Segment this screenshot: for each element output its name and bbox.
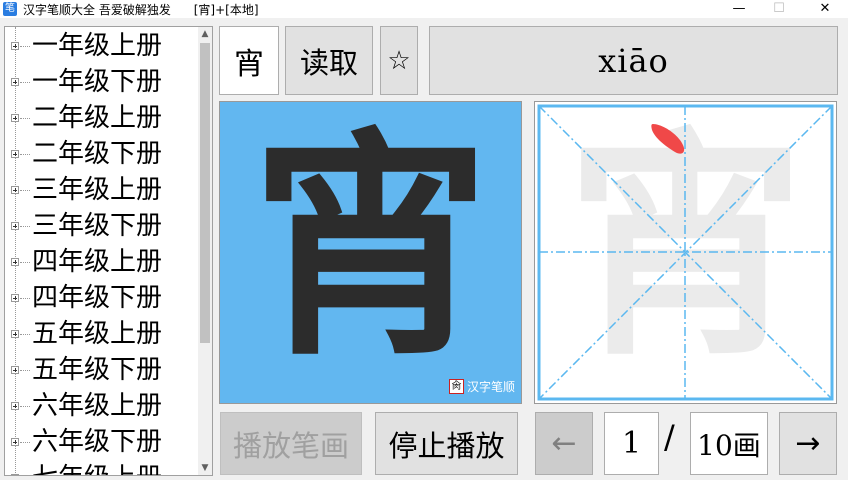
tree-item[interactable]: 三年级下册 [5,208,200,244]
favorite-star-button[interactable]: ☆ [380,26,418,95]
title-bar: 笔 汉字笔顺大全 吾爱破解独发 [宵]+[本地] — ☐ ✕ [0,0,848,18]
watermark-text: 汉字笔顺 [466,380,515,394]
tree-connector [20,45,30,47]
tree-item[interactable]: 一年级上册 [5,28,200,64]
tree-connector [20,405,30,407]
tree-item-label: 六年级上册 [32,391,163,421]
expand-plus-icon[interactable] [11,186,19,194]
tree-item[interactable]: 六年级上册 [5,388,200,424]
expand-plus-icon[interactable] [11,366,19,374]
scroll-down-icon[interactable]: ▼ [198,461,212,475]
stroke-grid: 宵 [534,101,837,404]
tree-item[interactable]: 五年级下册 [5,352,200,388]
big-character: 宵 [250,106,491,388]
expand-plus-icon[interactable] [11,438,19,446]
tree-item-label: 一年级上册 [32,31,163,61]
tree-item[interactable]: 五年级上册 [5,316,200,352]
char-input[interactable]: 宵 [219,26,279,95]
expand-plus-icon[interactable] [11,402,19,410]
expand-plus-icon[interactable] [11,222,19,230]
tree-item-label: 四年级上册 [32,247,163,277]
tree-item[interactable]: 四年级下册 [5,280,200,316]
tree-item-label: 五年级下册 [32,355,163,385]
expand-plus-icon[interactable] [11,294,19,302]
tree-item-label: 三年级下册 [32,211,163,241]
next-stroke-button[interactable]: → [779,412,837,475]
tree-item-label: 三年级上册 [32,175,163,205]
prev-stroke-button[interactable]: ← [535,412,593,475]
play-strokes-button[interactable]: 播放笔画 [220,412,362,475]
scroll-up-icon[interactable]: ▲ [198,27,212,41]
total-strokes-field: 10画 [690,412,768,475]
tree-item[interactable]: 七年级上册 [5,460,200,475]
tree-connector [20,297,30,299]
current-stroke-mark [651,124,685,154]
tree-connector [20,441,30,443]
watermark: 肏 汉字笔顺 [448,378,515,395]
tree-scrollbar[interactable]: ▲ ▼ [198,27,212,475]
tianzige-grid [537,104,834,401]
expand-plus-icon[interactable] [11,330,19,338]
tree-item[interactable]: 二年级上册 [5,100,200,136]
tree-item[interactable]: 六年级下册 [5,424,200,460]
stroke-divider: / [664,418,675,456]
tree-item[interactable]: 一年级下册 [5,64,200,100]
expand-plus-icon[interactable] [11,474,19,475]
tree-connector [20,369,30,371]
tree-connector [20,189,30,191]
tree-item-label: 二年级上册 [32,103,163,133]
expand-plus-icon[interactable] [11,114,19,122]
tree-connector [20,261,30,263]
app-logo-icon: 笔 [3,2,17,16]
tree-item-label: 五年级上册 [32,319,163,349]
tree-connector [20,225,30,227]
close-button[interactable]: ✕ [802,0,848,18]
tree-item[interactable]: 四年级上册 [5,244,200,280]
read-button[interactable]: 读取 [285,26,373,95]
grade-tree[interactable]: 一年级上册一年级下册二年级上册二年级下册三年级上册三年级下册四年级上册四年级下册… [4,26,213,476]
seal-icon: 肏 [448,379,464,394]
tree-item-label: 七年级上册 [32,460,162,475]
tree-item-label: 二年级下册 [32,139,163,169]
pinyin-display: xiāo [429,26,838,95]
current-stroke-field[interactable]: 1 [604,412,659,475]
tree-connector [20,153,30,155]
character-display: 宵 肏 汉字笔顺 [219,101,522,404]
expand-plus-icon[interactable] [11,150,19,158]
expand-plus-icon[interactable] [11,42,19,50]
expand-plus-icon[interactable] [11,258,19,266]
tree-connector [20,81,30,83]
maximize-button: ☐ [773,1,785,16]
tree-item-label: 四年级下册 [32,283,163,313]
tree-connector [20,333,30,335]
tree-connector [20,117,30,119]
tree-item-label: 一年级下册 [32,67,163,97]
window-title: 汉字笔顺大全 吾爱破解独发 [宵]+[本地] [23,2,259,17]
tree-item[interactable]: 二年级下册 [5,136,200,172]
tree-item-label: 六年级下册 [32,427,163,457]
tree-item[interactable]: 三年级上册 [5,172,200,208]
expand-plus-icon[interactable] [11,78,19,86]
scrollbar-thumb[interactable] [200,43,210,343]
stop-playback-button[interactable]: 停止播放 [375,412,518,475]
